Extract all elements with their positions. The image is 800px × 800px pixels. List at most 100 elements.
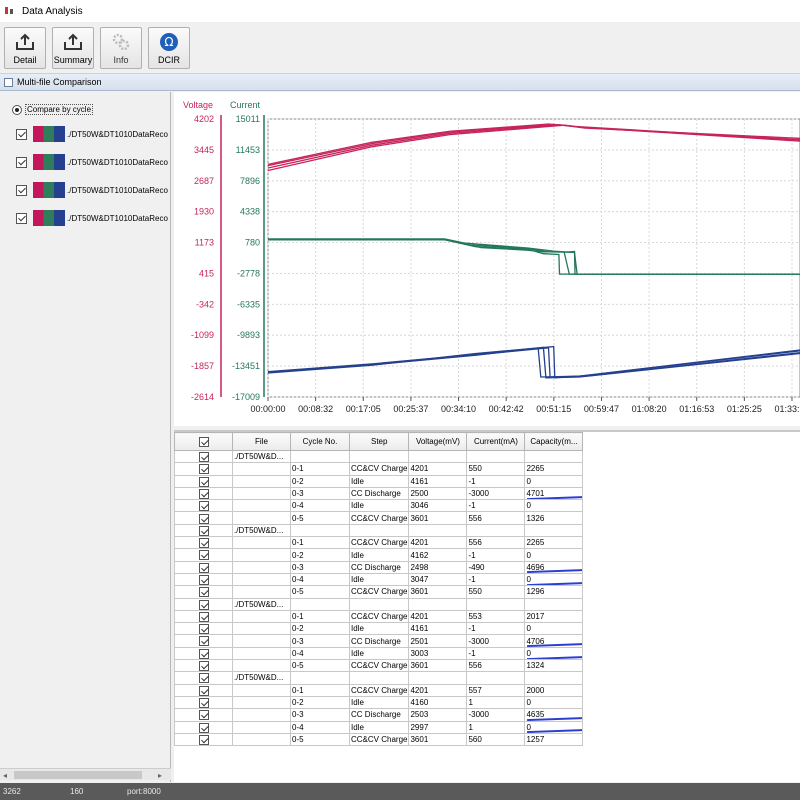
checkbox-checked[interactable] (198, 436, 209, 447)
checkbox-checked[interactable] (198, 624, 209, 634)
table-row[interactable]: 0-5 CC&CV Charge 3601 556 1324 (174, 659, 584, 673)
cell-capacity: 1296 (524, 585, 584, 599)
checkbox-checked[interactable] (198, 636, 209, 647)
checkbox-checked[interactable] (198, 550, 209, 561)
checkbox-checked[interactable] (198, 685, 209, 696)
table-row[interactable]: 0-2 Idle 4161 -1 0 (174, 474, 584, 488)
table-row[interactable]: 0-4 Idle 2997 1 0 (174, 720, 584, 734)
checkbox-checked[interactable] (198, 599, 209, 610)
table-row[interactable]: 0-2 Idle 4161 -1 0 (174, 622, 584, 636)
table-row[interactable]: 0-1 CC&CV Charge 4201 553 2017 (174, 609, 584, 624)
cell-step: CC&CV Charge (348, 585, 410, 599)
header-voltage[interactable]: Voltage(mV) (408, 432, 468, 451)
horizontal-scrollbar[interactable]: ◂ ▸ (0, 768, 171, 780)
row-checkbox-cell (174, 634, 233, 648)
checkbox-checked[interactable] (16, 128, 27, 140)
comparison-chart: Voltage Current 4202 3445 2687 1930 1173 415 -34… (174, 92, 800, 426)
cell-cycle: 0-4 (290, 720, 350, 734)
cell-voltage: 4161 (408, 622, 468, 636)
cell-step: CC Discharge (348, 634, 410, 648)
table-row[interactable]: 0-1 CC&CV Charge 4201 556 2265 (174, 536, 584, 550)
table-row[interactable]: 0-3 CC Discharge 2498 -490 4696 (174, 560, 584, 574)
checkbox-checked[interactable] (198, 673, 209, 684)
checkbox-checked[interactable] (198, 648, 209, 659)
checkbox-checked[interactable] (198, 710, 209, 721)
checkbox-checked[interactable] (198, 611, 209, 622)
cell-voltage: 3601 (408, 511, 468, 525)
table-row[interactable]: 0-1 CC&CV Charge 4201 550 2265 (174, 462, 584, 476)
table-row[interactable]: 0-3 CC Discharge 2501 -3000 4706 (174, 634, 584, 648)
checkbox-checked[interactable] (198, 464, 209, 475)
header-select-all[interactable] (174, 432, 233, 451)
checkbox-checked[interactable] (198, 476, 209, 487)
row-checkbox-cell (174, 720, 233, 734)
checkbox-checked[interactable] (198, 661, 209, 671)
checkbox-checked[interactable] (198, 575, 209, 585)
header-capacity[interactable]: Capacity(m... (524, 432, 584, 451)
file-item[interactable]: ./DT50W&DT1010DataReco (16, 126, 171, 142)
table-row[interactable]: 0-5 CC&CV Charge 3601 560 1257 (174, 732, 584, 747)
table-row[interactable]: 0-4 Idle 3047 -1 0 (174, 572, 584, 587)
cell-step: Idle (348, 572, 410, 587)
checkbox-checked[interactable] (198, 452, 209, 462)
cell-voltage: 3601 (408, 732, 468, 747)
cell-voltage (408, 671, 468, 685)
table-row[interactable]: 0-3 CC Discharge 2503 -3000 4635 (174, 708, 584, 722)
table-row[interactable]: 0-5 CC&CV Charge 3601 556 1326 (174, 511, 584, 525)
table-row[interactable]: 0-2 Idle 4162 -1 0 (174, 548, 584, 562)
scroll-right-icon[interactable]: ▸ (158, 771, 162, 780)
dcir-button[interactable]: Ω DCIR (148, 27, 190, 69)
cell-voltage: 2997 (408, 720, 468, 734)
cell-current: 556 (466, 659, 526, 673)
grid-icon (4, 77, 13, 87)
file-group-row[interactable]: ./DT50W&D... (174, 671, 584, 685)
x-tick-label: 00:00:00 (250, 404, 285, 414)
file-group-row[interactable]: ./DT50W&D... (174, 597, 584, 611)
cell-cycle: 0-3 (290, 634, 350, 648)
info-button[interactable]: Info (100, 27, 142, 69)
checkbox-checked[interactable] (198, 513, 209, 524)
header-cycle-no[interactable]: Cycle No. (290, 432, 350, 451)
checkbox-checked[interactable] (198, 722, 209, 733)
checkbox-checked[interactable] (198, 501, 209, 511)
cell-file: ./DT50W&D... (232, 597, 291, 611)
scrollbar-thumb[interactable] (14, 771, 142, 779)
table-row[interactable]: 0-1 CC&CV Charge 4201 557 2000 (174, 683, 584, 697)
checkbox-checked[interactable] (16, 156, 27, 168)
table-row[interactable]: 0-2 Idle 4160 1 0 (174, 695, 584, 710)
checkbox-checked[interactable] (16, 212, 27, 224)
header-step[interactable]: Step (348, 432, 410, 451)
compare-by-cycle-radio[interactable]: Compare by cycle (12, 104, 94, 115)
checkbox-checked[interactable] (198, 562, 209, 573)
checkbox-checked[interactable] (198, 734, 209, 745)
detail-button[interactable]: Detail (4, 27, 46, 69)
file-item[interactable]: ./DT50W&DT1010DataReco (16, 154, 171, 170)
table-row[interactable]: 0-4 Idle 3046 -1 0 (174, 499, 584, 513)
cell-current: -1 (466, 622, 526, 636)
checkbox-checked[interactable] (198, 587, 209, 598)
cell-cycle: 0-5 (290, 511, 350, 525)
file-item[interactable]: ./DT50W&DT1010DataReco (16, 182, 171, 198)
file-item[interactable]: ./DT50W&DT1010DataReco (16, 210, 171, 226)
scroll-left-icon[interactable]: ◂ (3, 771, 7, 780)
checkbox-checked[interactable] (16, 184, 27, 196)
table-row[interactable]: 0-4 Idle 3003 -1 0 (174, 646, 584, 661)
checkbox-checked[interactable] (198, 538, 209, 548)
checkbox-checked[interactable] (198, 488, 209, 499)
checkbox-checked[interactable] (198, 697, 209, 708)
table-row[interactable]: 0-5 CC&CV Charge 3601 550 1296 (174, 585, 584, 599)
table-row[interactable]: 0-3 CC Discharge 2500 -3000 4701 (174, 486, 584, 501)
cell-current (466, 671, 526, 685)
file-group-row[interactable]: ./DT50W&D... (174, 523, 584, 538)
file-group-row[interactable]: ./DT50W&D... (174, 449, 584, 464)
cell-capacity: 0 (524, 695, 584, 710)
summary-button[interactable]: Summary (52, 27, 94, 69)
header-current[interactable]: Current(mA) (466, 432, 526, 451)
toolbar: Detail Summary Info Ω DCIR (0, 22, 800, 74)
x-tick-label: 01:08:20 (632, 404, 667, 414)
row-checkbox-cell (174, 659, 233, 673)
checkbox-checked[interactable] (198, 525, 209, 536)
row-checkbox-cell (174, 536, 233, 550)
cell-file (232, 609, 291, 624)
header-file[interactable]: File (232, 432, 291, 451)
